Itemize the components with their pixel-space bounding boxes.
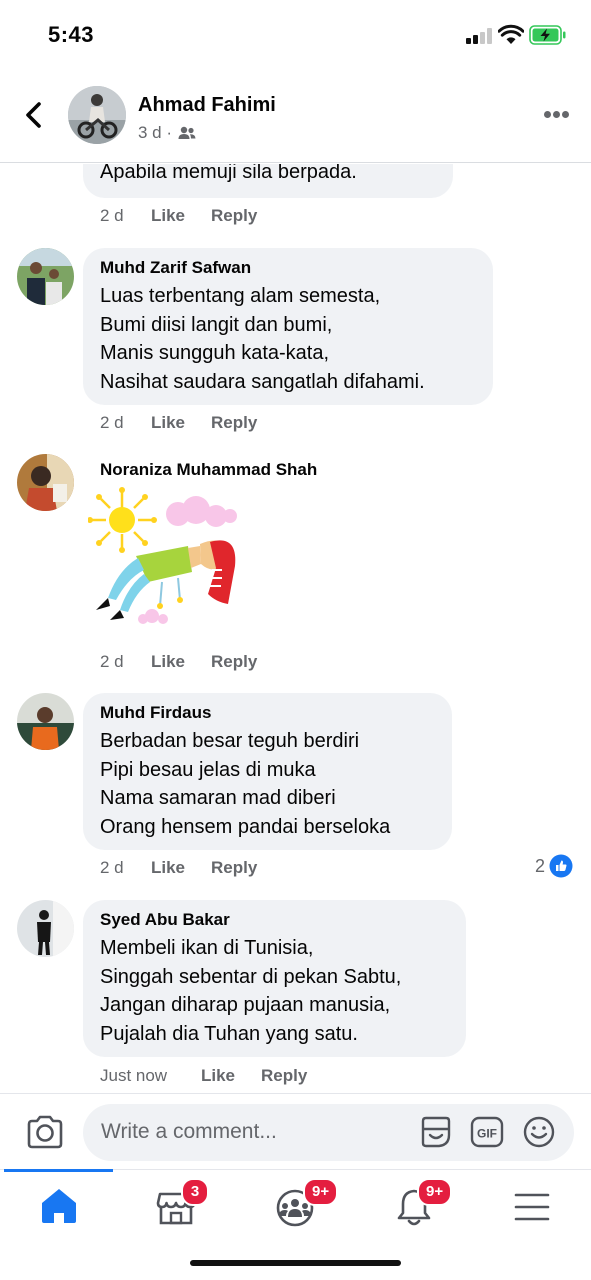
comment-text-line: Pujalah dia Tuhan yang satu. [100, 1022, 358, 1045]
back-chevron-icon[interactable] [18, 98, 50, 132]
comment-time: 2 d [100, 858, 124, 877]
cellular-signal-icon [466, 28, 492, 44]
comment-text-line: Berbadan besar teguh berdiri [100, 730, 360, 752]
tab-marketplace[interactable]: 3 [146, 1178, 209, 1230]
commenter-avatar[interactable] [17, 248, 74, 305]
more-options-icon[interactable] [540, 108, 572, 122]
comment-actions: 2 d Like Reply [100, 652, 257, 672]
commenter-name[interactable]: Syed Abu Bakar [100, 910, 448, 930]
comment-text-line: Apabila memuji sila berpada. [100, 164, 357, 183]
tab-menu[interactable] [502, 1182, 562, 1230]
commenter-name[interactable]: Noraniza Muhammad Shah [100, 460, 317, 480]
reply-button[interactable]: Reply [211, 206, 257, 226]
comment-text-line: Jangan diharap pujaan manusia, [100, 994, 391, 1016]
comment-time: 2 d [100, 652, 124, 671]
commenter-name[interactable]: Muhd Zarif Safwan [100, 258, 475, 278]
reply-button[interactable]: Reply [211, 413, 257, 433]
comment-actions: Just now Like Reply [100, 1066, 307, 1086]
reply-button[interactable]: Reply [211, 652, 257, 672]
commenter-avatar[interactable] [17, 693, 74, 750]
like-button[interactable]: Like [201, 1066, 261, 1086]
comment-bubble[interactable]: Muhd Zarif Safwan Luas terbentang alam s… [83, 248, 493, 405]
post-author-name[interactable]: Ahmad Fahimi [138, 94, 276, 117]
comment-actions: 2 d Like Reply [100, 413, 257, 433]
tab-home[interactable] [29, 1182, 89, 1230]
post-header: Ahmad Fahimi 3 d · [0, 70, 591, 163]
comment-text-line: Nasihat saudara sangatlah difahami. [100, 370, 425, 393]
comment-actions: 2 d Like Reply [100, 858, 257, 878]
svg-text:GIF: GIF [477, 1127, 497, 1141]
like-button[interactable]: Like [151, 206, 211, 226]
comment-text-line: Singgah sebentar di pekan Sabtu, [100, 965, 402, 988]
comment-text-line: Membeli ikan di Tunisia, [100, 937, 314, 959]
menu-icon [514, 1193, 550, 1221]
comment-bubble[interactable]: Syed Abu Bakar Membeli ikan di Tunisia, … [83, 900, 466, 1057]
comment-bubble[interactable]: Apabila memuji sila berpada. [83, 164, 453, 198]
like-button[interactable]: Like [151, 652, 211, 672]
post-meta: 3 d · [138, 123, 196, 143]
post-age: 3 d · [138, 123, 173, 142]
comment-actions: 2 d Like Reply [100, 206, 257, 226]
emoji-icon[interactable] [522, 1115, 556, 1149]
comment-input-placeholder: Write a comment... [101, 1120, 277, 1143]
camera-icon[interactable] [26, 1114, 64, 1150]
like-button[interactable]: Like [151, 858, 211, 878]
home-icon [42, 1189, 76, 1223]
status-time: 5:43 [48, 22, 95, 47]
friends-icon [178, 126, 196, 139]
comment-text-line: Pipi besau jelas di muka [100, 758, 316, 781]
reaction-count: 2 [534, 855, 545, 876]
tab-groups[interactable]: 9+ [265, 1178, 339, 1230]
home-indicator [190, 1260, 401, 1266]
comment-text-line: Luas terbentang alam semesta, [100, 285, 381, 307]
active-tab-indicator [4, 1169, 113, 1172]
reaction-summary[interactable]: 2 [535, 854, 573, 878]
comment-time: 2 d [100, 206, 124, 225]
comment-time: Just now [100, 1066, 168, 1085]
status-bar: 5:43 [0, 0, 591, 70]
sun-and-flying-girl-sticker[interactable] [88, 486, 238, 636]
comment-composer: Write a comment... GIF [0, 1093, 591, 1169]
thumbs-up-icon [549, 854, 573, 878]
comment-time: 2 d [100, 413, 124, 432]
comments-list: Apabila memuji sila berpada. 2 d Like Re… [0, 164, 591, 1092]
marketplace-badge: 3 [181, 1178, 209, 1206]
commenter-avatar[interactable] [17, 900, 74, 957]
wifi-icon [498, 24, 524, 44]
comment-input[interactable]: Write a comment... GIF [83, 1104, 574, 1161]
comment-text-line: Bumi diisi langit dan bumi, [100, 313, 333, 336]
commenter-name[interactable]: Muhd Firdaus [100, 703, 434, 723]
comment-text-line: Manis sungguh kata-kata, [100, 342, 330, 364]
author-avatar[interactable] [68, 86, 126, 144]
groups-badge: 9+ [303, 1178, 339, 1206]
comment-bubble[interactable]: Muhd Firdaus Berbadan besar teguh berdir… [83, 693, 452, 850]
commenter-avatar[interactable] [17, 454, 74, 511]
tab-notifications[interactable]: 9+ [384, 1178, 453, 1230]
like-button[interactable]: Like [151, 413, 211, 433]
reply-button[interactable]: Reply [261, 1066, 307, 1086]
comment-text-line: Nama samaran mad diberi [100, 787, 336, 809]
comment-text-line: Orang hensem pandai berseloka [100, 815, 391, 838]
reply-button[interactable]: Reply [211, 858, 257, 878]
notifications-badge: 9+ [417, 1178, 453, 1206]
battery-charging-icon [529, 25, 566, 45]
gif-icon[interactable]: GIF [470, 1115, 504, 1149]
sticker-icon[interactable] [419, 1115, 453, 1149]
